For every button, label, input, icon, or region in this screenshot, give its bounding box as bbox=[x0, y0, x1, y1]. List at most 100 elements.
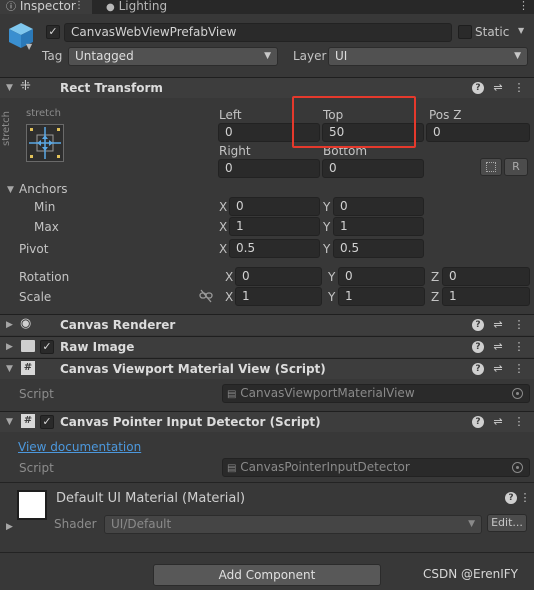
posz-field[interactable]: 0 bbox=[426, 123, 530, 142]
max-label: Max bbox=[34, 220, 59, 234]
rotation-z-axis-label: Z bbox=[431, 270, 440, 284]
rotation-z-field[interactable]: 0 bbox=[442, 267, 530, 286]
preset-icon[interactable]: ⇌ bbox=[491, 362, 505, 376]
scale-z-axis-label: Z bbox=[431, 290, 440, 304]
max-x-field[interactable]: 1 bbox=[229, 217, 320, 236]
constrain-proportions-icon[interactable] bbox=[199, 289, 213, 303]
script-file-icon: ▤ bbox=[227, 389, 237, 400]
help-icon[interactable]: ? bbox=[472, 319, 484, 331]
scale-label: Scale bbox=[19, 290, 52, 304]
left-label: Left bbox=[219, 108, 242, 122]
min-label: Min bbox=[34, 200, 56, 214]
foldout-collapsed-icon[interactable]: ▶ bbox=[6, 342, 13, 352]
shader-label: Shader bbox=[54, 517, 97, 531]
csharp-script-icon: # bbox=[21, 361, 35, 375]
preset-icon[interactable]: ⇌ bbox=[491, 415, 505, 429]
anchor-preset-vertical-label: stretch bbox=[1, 111, 12, 146]
rotation-y-field[interactable]: 0 bbox=[338, 267, 425, 286]
object-picker-icon bbox=[512, 462, 523, 473]
image-icon bbox=[21, 340, 35, 352]
min-y-field[interactable]: 0 bbox=[333, 197, 424, 216]
min-x-field[interactable]: 0 bbox=[229, 197, 320, 216]
help-icon[interactable]: ? bbox=[472, 82, 484, 94]
edit-shader-button[interactable]: Edit... bbox=[487, 514, 527, 532]
rotation-x-field[interactable]: 0 bbox=[235, 267, 322, 286]
object-picker-icon bbox=[512, 388, 523, 399]
component-menu-icon[interactable]: ⋮ bbox=[512, 318, 526, 332]
posz-label: Pos Z bbox=[429, 108, 462, 122]
material-menu-icon[interactable]: ⋮ bbox=[518, 491, 532, 505]
add-component-button[interactable]: Add Component bbox=[153, 564, 381, 586]
active-checkbox[interactable]: ✓ bbox=[46, 25, 60, 39]
foldout-collapsed-icon[interactable]: ▶ bbox=[6, 320, 13, 330]
anchors-foldout-icon[interactable]: ▼ bbox=[7, 185, 14, 195]
anchor-preset-horizontal-label: stretch bbox=[26, 108, 61, 119]
canvas-renderer-title: Canvas Renderer bbox=[60, 318, 176, 332]
blueprint-icon bbox=[486, 162, 496, 172]
pivot-x-field[interactable]: 0.5 bbox=[229, 239, 320, 258]
tag-dropdown[interactable]: Untagged ▼ bbox=[68, 47, 278, 66]
lightbulb-icon: ● bbox=[106, 2, 115, 13]
raw-image-enabled-checkbox[interactable]: ✓ bbox=[40, 340, 54, 354]
scale-z-field[interactable]: 1 bbox=[442, 287, 530, 306]
help-icon[interactable]: ? bbox=[472, 363, 484, 375]
static-dropdown-icon[interactable]: ▼ bbox=[518, 26, 524, 35]
foldout-expanded-icon[interactable]: ▼ bbox=[6, 83, 13, 93]
foldout-expanded-icon[interactable]: ▼ bbox=[6, 364, 13, 374]
min-y-axis-label: Y bbox=[323, 200, 331, 214]
bottom-field[interactable]: 0 bbox=[322, 159, 424, 178]
shader-dropdown[interactable]: UI/Default ▼ bbox=[104, 515, 482, 534]
anchors-label: Anchors bbox=[19, 182, 68, 196]
preset-icon[interactable]: ⇌ bbox=[491, 318, 505, 332]
right-label: Right bbox=[219, 144, 251, 158]
view-documentation-link[interactable]: View documentation bbox=[18, 440, 141, 454]
pivot-x-axis-label: X bbox=[219, 242, 228, 256]
scale-y-field[interactable]: 1 bbox=[338, 287, 425, 306]
component-menu-icon[interactable]: ⋮ bbox=[512, 415, 526, 429]
max-y-field[interactable]: 1 bbox=[333, 217, 424, 236]
viewport-script-header[interactable]: ▼ # Canvas Viewport Material View (Scrip… bbox=[0, 358, 534, 379]
preset-icon[interactable]: ⇌ bbox=[491, 81, 505, 95]
script-label: Script bbox=[19, 387, 54, 401]
eye-icon: ◉ bbox=[20, 316, 32, 331]
window-menu-icon[interactable]: ⋮ bbox=[518, 0, 529, 12]
raw-edit-button[interactable]: R bbox=[504, 158, 528, 176]
help-icon[interactable]: ? bbox=[472, 416, 484, 428]
pivot-y-field[interactable]: 0.5 bbox=[333, 239, 424, 258]
preset-icon[interactable]: ⇌ bbox=[491, 340, 505, 354]
watermark: CSDN @ErenIFY bbox=[422, 567, 518, 581]
material-preview-thumbnail[interactable] bbox=[17, 490, 47, 520]
pointer-script-enabled-checkbox[interactable]: ✓ bbox=[40, 415, 54, 429]
static-checkbox[interactable] bbox=[458, 25, 472, 39]
right-field[interactable]: 0 bbox=[218, 159, 320, 178]
chevron-down-icon: ▼ bbox=[264, 51, 271, 61]
scale-x-axis-label: X bbox=[225, 290, 234, 304]
help-icon[interactable]: ? bbox=[505, 492, 517, 504]
help-icon[interactable]: ? bbox=[472, 341, 484, 353]
rect-transform-header[interactable]: ▼ ⁜ Rect Transform ? ⇌ ⋮ bbox=[0, 77, 534, 98]
tab-menu-icon[interactable]: ⋮ bbox=[74, 0, 84, 12]
info-icon: ⓘ bbox=[6, 2, 16, 13]
anchor-preset-button[interactable] bbox=[26, 124, 64, 162]
material-title: Default UI Material (Material) bbox=[56, 491, 246, 506]
max-x-axis-label: X bbox=[219, 220, 228, 234]
component-menu-icon[interactable]: ⋮ bbox=[512, 81, 526, 95]
component-menu-icon[interactable]: ⋮ bbox=[512, 362, 526, 376]
scale-x-field[interactable]: 1 bbox=[235, 287, 322, 306]
script-label: Script bbox=[19, 461, 54, 475]
anchor-stretch-icon bbox=[29, 127, 61, 159]
component-menu-icon[interactable]: ⋮ bbox=[512, 340, 526, 354]
pointer-script-header[interactable]: ▼ # ✓ Canvas Pointer Input Detector (Scr… bbox=[0, 411, 534, 432]
blueprint-mode-button[interactable] bbox=[480, 158, 502, 176]
layer-dropdown[interactable]: UI ▼ bbox=[328, 47, 528, 66]
raw-image-header[interactable]: ▶ ✓ Raw Image ? ⇌ ⋮ bbox=[0, 336, 534, 357]
tab-lighting[interactable]: ● Lighting bbox=[100, 0, 180, 14]
pivot-y-axis-label: Y bbox=[323, 242, 331, 256]
viewport-script-field: ▤ CanvasViewportMaterialView bbox=[222, 384, 530, 403]
csharp-script-icon: # bbox=[21, 414, 35, 428]
canvas-renderer-header[interactable]: ▶ ◉ Canvas Renderer ? ⇌ ⋮ bbox=[0, 314, 534, 335]
icon-dropdown-icon[interactable]: ▼ bbox=[26, 42, 32, 51]
gameobject-name-field[interactable]: CanvasWebViewPrefabView bbox=[64, 23, 452, 42]
material-foldout-icon[interactable]: ▶ bbox=[6, 522, 13, 532]
foldout-expanded-icon[interactable]: ▼ bbox=[6, 417, 13, 427]
